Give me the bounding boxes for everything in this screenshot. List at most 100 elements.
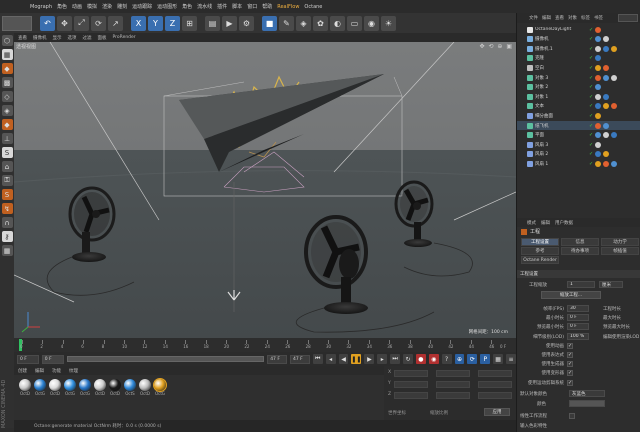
object-tag-icon[interactable]	[603, 36, 610, 43]
object-row[interactable]: 纸飞机 ✓	[517, 121, 640, 130]
move-icon[interactable]: ✥	[57, 15, 72, 31]
object-tag-icon[interactable]	[603, 64, 610, 71]
viewport-menu-item[interactable]: 面板	[98, 35, 107, 41]
frame-start-field[interactable]: 0 F	[17, 354, 39, 364]
viewport-menu-item[interactable]: 过滤	[83, 35, 92, 41]
menu-item[interactable]: 角色	[57, 3, 67, 10]
visibility-check-icon[interactable]: ✓	[589, 142, 593, 148]
render-view-icon[interactable]: ▤	[205, 15, 220, 31]
camera-icon[interactable]: ◉	[364, 15, 379, 31]
object-name[interactable]: 克隆	[535, 55, 587, 61]
object-name[interactable]: 摄像机	[535, 36, 587, 42]
attribute-checkbox[interactable]: ✓	[567, 379, 573, 386]
prev-key-icon[interactable]: ◂	[325, 354, 336, 364]
object-name[interactable]: 细分曲面	[535, 113, 587, 119]
object-tag-icon[interactable]	[595, 151, 602, 158]
coord-field[interactable]	[436, 392, 470, 399]
object-tag-icon[interactable]	[595, 45, 602, 52]
visibility-check-icon[interactable]: ✓	[589, 113, 593, 119]
attribute-checkbox[interactable]: ✓	[567, 342, 573, 349]
object-tag-icon[interactable]	[595, 122, 602, 129]
attribute-menu-item[interactable]: 模式	[527, 220, 536, 226]
viewport-menu-item[interactable]: 选项	[68, 35, 77, 41]
menu-item[interactable]: Mograph	[30, 4, 52, 10]
object-tag-icon[interactable]	[595, 112, 602, 119]
object-menu-item[interactable]: 编辑	[542, 15, 551, 21]
object-name[interactable]: 摄像机.1	[535, 46, 587, 52]
object-name[interactable]: 文本	[535, 103, 587, 109]
y-axis-icon[interactable]: Y	[148, 15, 163, 31]
recent-tool-icon[interactable]: ↗	[108, 15, 123, 31]
coord-field[interactable]	[478, 370, 512, 377]
visibility-check-icon[interactable]: ✓	[589, 75, 593, 81]
viewport-menu-item[interactable]: 查看	[18, 35, 27, 41]
object-tag-icon[interactable]	[603, 122, 610, 129]
object-tag-icon[interactable]	[595, 74, 602, 81]
pause-icon[interactable]: ❚❚	[351, 354, 361, 364]
light-icon[interactable]: ☀	[381, 15, 396, 31]
go-to-start-icon[interactable]: ⏮	[312, 354, 323, 364]
material-swatch[interactable]: OctD	[48, 379, 62, 396]
locked-workplane-icon[interactable]: ⚿	[1, 175, 13, 186]
object-row[interactable]: 摄像机.1 ✓	[517, 44, 640, 53]
object-menu-item[interactable]: 标签	[581, 15, 590, 21]
next-key-icon[interactable]: ▸	[377, 354, 388, 364]
attribute-checkbox[interactable]: ✓	[567, 361, 573, 368]
lock-icon[interactable]: ⚷	[1, 231, 13, 242]
object-row[interactable]: 风扇 1 ✓	[517, 159, 640, 168]
object-tag-icon[interactable]	[603, 45, 610, 52]
visibility-check-icon[interactable]: ✓	[589, 27, 593, 33]
current-frame-field[interactable]: 0 F	[41, 354, 64, 364]
menu-item[interactable]: Octane	[304, 4, 322, 10]
project-scale-field[interactable]: 1	[567, 281, 595, 288]
magnet-icon[interactable]: ∩	[1, 217, 13, 228]
object-tag-icon[interactable]	[603, 93, 610, 100]
object-name[interactable]: OctaneDayLight	[535, 27, 587, 32]
object-tag-icon[interactable]	[611, 132, 618, 139]
object-name[interactable]: 平面	[535, 132, 587, 138]
position-key-icon[interactable]: ⊕	[454, 354, 465, 364]
object-tag-icon[interactable]	[595, 26, 602, 33]
z-axis-icon[interactable]: Z	[165, 15, 180, 31]
coord-system-icon[interactable]: ⊞	[182, 15, 197, 31]
material-menu-item[interactable]: 创建	[18, 368, 27, 374]
visibility-check-icon[interactable]: ✓	[589, 55, 593, 61]
object-tag-icon[interactable]	[611, 103, 618, 110]
material-swatch[interactable]: OctG	[33, 379, 47, 396]
coord-field[interactable]	[436, 370, 470, 377]
object-tag-icon[interactable]	[611, 74, 618, 81]
object-row[interactable]: 平面 ✓	[517, 131, 640, 140]
object-tag-icon[interactable]	[603, 132, 610, 139]
attribute-tab-octane[interactable]: Octane Render	[521, 256, 559, 264]
material-swatch[interactable]: OctD	[108, 379, 122, 396]
object-name[interactable]: 风扇 1	[535, 161, 587, 167]
material-swatch[interactable]: OctS	[123, 379, 137, 396]
menu-item[interactable]: 雕刻	[117, 3, 127, 10]
color-swatch-field[interactable]	[569, 400, 605, 407]
record-icon[interactable]: ●	[415, 354, 426, 364]
default-color-field[interactable]: 灰蓝色	[569, 390, 605, 397]
model-mode-icon[interactable]: ▦	[1, 49, 13, 60]
grid-icon[interactable]: ▦	[1, 245, 13, 256]
visibility-check-icon[interactable]: ✓	[589, 103, 593, 109]
prev-frame-icon[interactable]: ◀	[338, 354, 349, 364]
autokey-icon[interactable]: ◉	[428, 354, 439, 364]
object-tag-icon[interactable]	[603, 151, 610, 158]
object-tag-icon[interactable]	[595, 132, 602, 139]
coord-field[interactable]	[478, 392, 512, 399]
attribute-tab[interactable]: 信息	[561, 238, 599, 246]
object-row[interactable]: OctaneDayLight ✓	[517, 25, 640, 34]
object-name[interactable]: 对象 1	[535, 94, 587, 100]
material-menu-item[interactable]: 编辑	[35, 368, 44, 374]
workplane-icon[interactable]: ▩	[1, 77, 13, 88]
object-tag-icon[interactable]	[595, 84, 602, 91]
menu-item[interactable]: 窗口	[247, 3, 257, 10]
visibility-check-icon[interactable]: ✓	[589, 132, 593, 138]
material-swatch[interactable]: OctG	[63, 379, 77, 396]
material-swatch[interactable]: OctD	[138, 379, 152, 396]
pen-icon[interactable]: ✎	[279, 15, 294, 31]
make-editable-icon[interactable]: ⬡	[1, 35, 13, 46]
object-tag-icon[interactable]	[595, 64, 602, 71]
edges-mode-icon[interactable]: ◈	[1, 105, 13, 116]
undo-icon[interactable]: ↶	[40, 15, 55, 31]
